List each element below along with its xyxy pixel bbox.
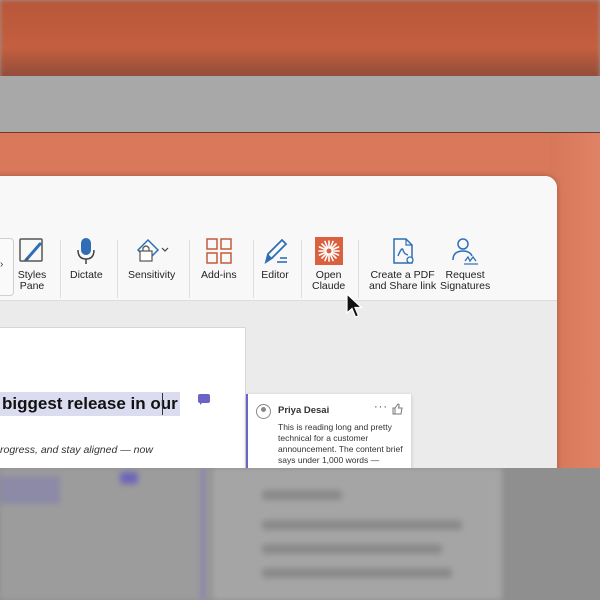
comment-marker-icon[interactable] [198,394,210,405]
ribbon-toolbar: › Styles Pane Dictate Sensitivity Add-in… [0,176,557,301]
blurred-background-top [0,0,600,80]
ribbon-separator [253,240,254,298]
microphone-icon [71,236,101,266]
document-page[interactable]: biggest release in our rogress, and stay… [0,327,246,469]
blurred-highlight [0,476,60,504]
ribbon-separator [117,240,118,298]
open-claude-label-2: Claude [312,280,346,292]
backdrop-shade [550,133,600,469]
blurred-comment-bar [200,468,206,600]
user-avatar-icon [256,404,271,419]
sensitivity-button[interactable]: Sensitivity [128,236,175,281]
comment-text: This is reading long and pretty technica… [278,422,403,465]
document-subline[interactable]: rogress, and stay aligned — now [0,444,153,456]
blurred-line [262,490,342,500]
request-signatures-label-2: Signatures [440,280,491,292]
more-options-icon[interactable]: ··· [374,401,388,413]
comment-card[interactable]: Priya Desai ··· This is reading long and… [246,394,411,469]
create-pdf-label-2: and Share link [369,280,437,292]
sensitivity-label: Sensitivity [128,269,176,281]
styles-gallery-more-button[interactable]: › [0,238,14,296]
styles-pane-icon [17,236,47,266]
ribbon-separator [189,240,190,298]
blurred-line [262,544,442,554]
zoomed-screen-frame: › Styles Pane Dictate Sensitivity Add-in… [0,132,600,469]
blurred-document [0,468,210,600]
text-cursor [162,393,163,415]
claude-icon [314,236,344,266]
styles-pane-button[interactable]: Styles Pane [17,236,47,292]
document-canvas: biggest release in our rogress, and stay… [0,301,557,469]
blurred-comment-card [212,468,502,600]
blurred-line [262,568,452,578]
add-ins-label: Add-ins [201,269,237,281]
create-pdf-share-link-button[interactable]: Create a PDF and Share link [369,236,436,292]
chevron-right-icon: › [0,259,4,270]
word-window: › Styles Pane Dictate Sensitivity Add-in… [0,176,557,469]
document-headline[interactable]: biggest release in our [0,392,180,416]
comment-active-bar [246,394,248,469]
editor-button[interactable]: Editor [260,236,290,281]
comment-author: Priya Desai [278,405,330,416]
blurred-comment-marker [120,472,138,484]
blurred-line [262,520,462,530]
blurred-background-bottom [0,468,600,600]
open-claude-button[interactable]: Open Claude [312,236,345,292]
request-signatures-button[interactable]: Request Signatures [440,236,490,292]
add-ins-icon [204,236,234,266]
styles-pane-label-2: Pane [19,280,45,292]
editor-pen-icon [260,236,290,266]
request-signatures-icon [450,236,480,266]
ribbon-separator [301,240,302,298]
like-icon[interactable] [392,403,403,418]
ribbon-separator [60,240,61,298]
mouse-pointer-icon [346,293,364,318]
sensitivity-icon [132,236,172,266]
dictate-button[interactable]: Dictate [70,236,103,281]
ribbon-separator [358,240,359,298]
editor-label: Editor [261,269,289,281]
dictate-label: Dictate [70,269,103,281]
add-ins-button[interactable]: Add-ins [201,236,237,281]
blurred-background-band [0,76,600,132]
pdf-share-icon [388,236,418,266]
